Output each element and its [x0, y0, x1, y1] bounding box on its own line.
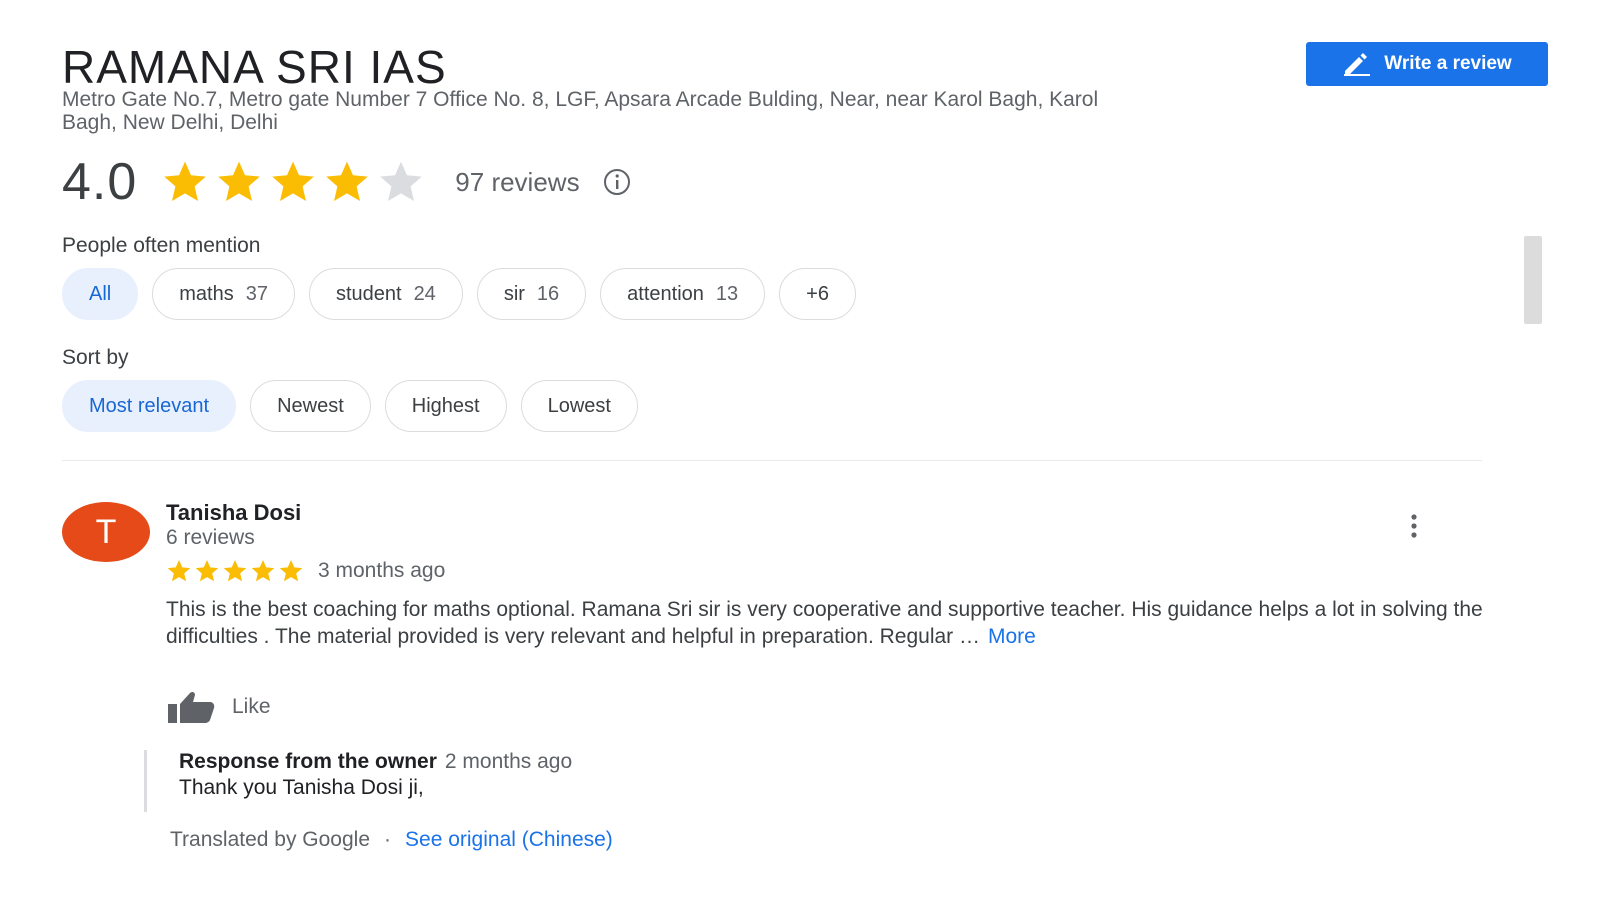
sort-options: Most relevant Newest Highest Lowest: [62, 380, 638, 432]
rating-summary: 4.0 97 reviews: [62, 152, 632, 212]
avatar[interactable]: T: [62, 502, 150, 562]
more-link[interactable]: More: [988, 625, 1036, 648]
star-filled-icon: [251, 559, 275, 582]
response-text: Thank you Tanisha Dosi ji,: [179, 776, 424, 799]
sort-option-highest[interactable]: Highest: [384, 380, 507, 432]
write-review-button[interactable]: Write a review: [1306, 42, 1548, 86]
star-filled-icon: [223, 559, 247, 582]
star-filled-icon: [326, 161, 369, 201]
pencil-icon: [1344, 53, 1371, 76]
translation-row: Translated by Google · See original (Chine…: [170, 828, 613, 852]
chip-count: 37: [245, 282, 268, 305]
thumbs-up-icon: [168, 691, 215, 723]
response-header: Response from the owner 2 months ago: [179, 750, 572, 774]
mention-chip-student[interactable]: student 24: [308, 268, 463, 320]
mention-chip-more[interactable]: +6: [779, 268, 856, 320]
chip-label: maths: [179, 282, 234, 305]
review-stars: [166, 558, 304, 584]
place-title: RAMANA SRI IAS: [62, 41, 447, 93]
see-original-link[interactable]: See original (Chinese): [405, 828, 613, 851]
star-empty-icon: [380, 161, 423, 201]
info-icon[interactable]: [602, 167, 632, 197]
reviews-panel: RAMANA SRI IAS Metro Gate No.7, Metro ga…: [0, 0, 1600, 900]
mention-chip-all[interactable]: All: [62, 268, 139, 320]
star-filled-icon: [279, 559, 303, 582]
star-filled-icon: [167, 559, 191, 582]
sort-option-newest[interactable]: Newest: [250, 380, 371, 432]
reviewer-name[interactable]: Tanisha Dosi: [166, 500, 301, 526]
mention-chip-attention[interactable]: attention 13: [600, 268, 766, 320]
like-label: Like: [232, 695, 271, 718]
chip-label: All: [89, 282, 112, 305]
place-address: Metro Gate No.7, Metro gate Number 7 Off…: [62, 88, 1099, 134]
review-count[interactable]: 97 reviews: [455, 167, 579, 198]
mention-chip-sir[interactable]: sir 16: [476, 268, 587, 320]
chip-count: 16: [536, 282, 560, 305]
star-filled-icon: [272, 161, 315, 201]
mentions-label: People often mention: [62, 234, 261, 257]
rating-value: 4.0: [62, 153, 138, 211]
chip-count: 13: [715, 282, 739, 305]
separator-dot: ·: [384, 828, 392, 851]
mention-chips: All maths 37 student 24 sir 16 attention 13 +6: [62, 268, 856, 320]
reviewer-review-count: 6 reviews: [166, 526, 255, 549]
review-text: This is the best coaching for maths opti…: [166, 596, 1486, 650]
response-date: 2 months ago: [444, 750, 573, 773]
chip-label: +6: [806, 282, 829, 305]
scrollbar-thumb[interactable]: [1524, 236, 1542, 324]
like-button[interactable]: Like: [166, 690, 271, 724]
more-options-icon[interactable]: [1406, 512, 1422, 540]
review-date: 3 months ago: [318, 559, 446, 582]
sort-option-most-relevant[interactable]: Most relevant: [62, 380, 237, 432]
owner-response: Response from the owner 2 months ago Than…: [144, 750, 1347, 812]
chip-label: sir: [503, 282, 525, 305]
response-title: Response from the owner: [179, 750, 437, 773]
rating-stars: [161, 158, 425, 206]
chip-label: attention: [627, 282, 704, 305]
review-rating-row: 3 months ago: [166, 558, 445, 584]
translated-label: Translated by Google: [170, 828, 371, 851]
divider: [62, 460, 1482, 461]
star-filled-icon: [218, 161, 261, 201]
chip-count: 24: [413, 282, 436, 305]
review-body: This is the best coaching for maths opti…: [166, 598, 1483, 648]
write-review-label: Write a review: [1384, 53, 1512, 74]
chip-label: student: [335, 282, 402, 305]
sort-option-lowest[interactable]: Lowest: [520, 380, 638, 432]
mention-chip-maths[interactable]: maths 37: [152, 268, 295, 320]
star-filled-icon: [195, 559, 219, 582]
star-filled-icon: [164, 161, 207, 201]
sort-label: Sort by: [62, 346, 129, 369]
